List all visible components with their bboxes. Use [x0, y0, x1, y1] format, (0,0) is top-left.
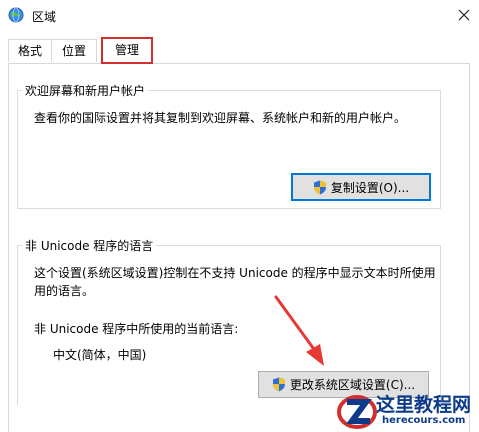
group-title: 非 Unicode 程序的语言	[22, 237, 157, 254]
globe-icon	[8, 7, 24, 23]
group-title: 欢迎屏幕和新用户帐户	[22, 82, 149, 99]
region-dialog: 区域 格式 位置 管理 欢迎屏幕和新用户帐户 查看你的国际设置并将其复制到欢迎屏…	[0, 0, 479, 432]
button-label: 复制设置(O)...	[330, 180, 410, 195]
shield-icon	[313, 180, 326, 194]
window-title: 区域	[32, 10, 57, 24]
tab-administrative[interactable]: 管理	[101, 37, 153, 64]
copy-settings-button[interactable]: 复制设置(O)...	[291, 173, 431, 201]
shield-icon	[272, 377, 285, 392]
close-icon[interactable]	[452, 4, 476, 26]
tab-label: 管理	[114, 43, 139, 57]
watermark: 这里教程网 herecours.com	[336, 388, 479, 432]
unicode-description-line2: 用的语言。	[34, 284, 95, 298]
tab-strip: 格式 位置 管理	[0, 37, 479, 64]
welcome-description: 查看你的国际设置并将其复制到欢迎屏幕、系统帐户和新的用户帐户。	[34, 111, 407, 125]
watermark-url: herecours.com	[382, 415, 466, 426]
current-language-label: 非 Unicode 程序中所使用的当前语言:	[34, 322, 239, 336]
tab-label: 位置	[61, 44, 86, 58]
tab-formats[interactable]: 格式	[8, 39, 52, 62]
title-bar: 区域	[0, 0, 479, 31]
tab-location[interactable]: 位置	[51, 39, 97, 62]
non-unicode-group: 非 Unicode 程序的语言 这个设置(系统区域设置)控制在不支持 Unico…	[17, 237, 441, 405]
tab-label: 格式	[17, 44, 42, 58]
unicode-description-line1: 这个设置(系统区域设置)控制在不支持 Unicode 的程序中显示文本时所使用	[34, 266, 436, 280]
current-language-value: 中文(简体，中国)	[53, 348, 147, 362]
watermark-title: 这里教程网	[376, 394, 472, 416]
welcome-screen-group: 欢迎屏幕和新用户帐户 查看你的国际设置并将其复制到欢迎屏幕、系统帐户和新的用户帐…	[17, 82, 441, 209]
z-logo-icon	[337, 395, 377, 429]
